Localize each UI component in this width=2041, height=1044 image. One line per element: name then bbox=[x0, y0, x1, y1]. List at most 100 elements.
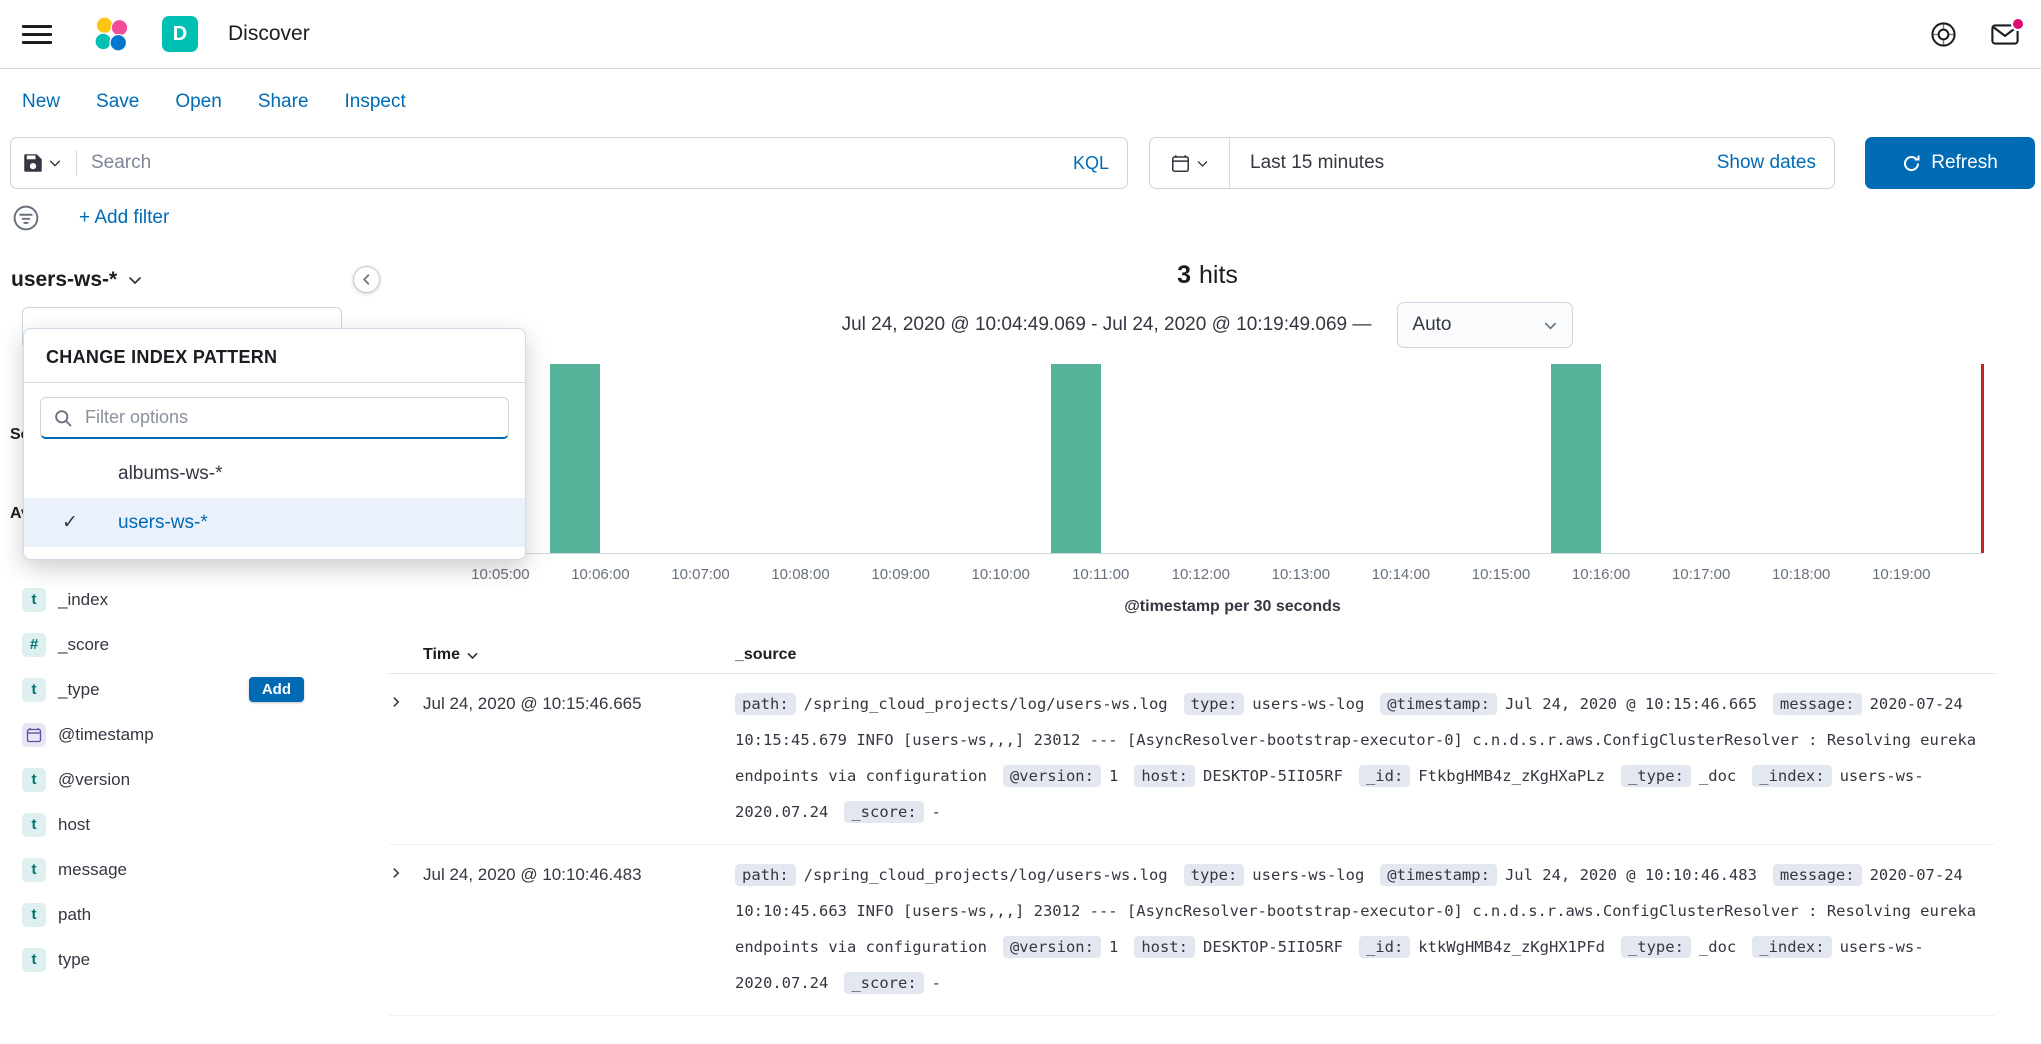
time-range-subtitle: Jul 24, 2020 @ 10:04:49.069 - Jul 24, 20… bbox=[842, 314, 1372, 336]
index-pattern-switcher[interactable]: users-ws-* bbox=[0, 265, 374, 295]
histogram-bar[interactable] bbox=[1551, 364, 1601, 553]
saved-query-menu-button[interactable] bbox=[23, 153, 62, 173]
x-axis-tick-label: 10:09:00 bbox=[871, 566, 929, 583]
source-column-header: _source bbox=[735, 646, 1995, 664]
chevron-down-icon bbox=[127, 272, 143, 288]
help-icon[interactable] bbox=[1930, 21, 1957, 48]
menu-link-new[interactable]: New bbox=[22, 91, 60, 113]
chevron-down-icon bbox=[1543, 318, 1558, 333]
documents-table: Time _source Jul 24, 2020 @ 10:15:46.665… bbox=[389, 646, 1995, 1016]
histogram-bar[interactable] bbox=[1051, 364, 1101, 553]
collapse-sidebar-button[interactable] bbox=[353, 266, 380, 293]
doc-source: path:/spring_cloud_projects/log/users-ws… bbox=[735, 686, 1995, 830]
field-item-_index[interactable]: t_index bbox=[0, 577, 374, 622]
filter-options-input[interactable] bbox=[40, 397, 509, 439]
field-item-@timestamp[interactable]: @timestamp bbox=[0, 712, 374, 757]
add-field-button[interactable]: Add bbox=[249, 677, 304, 702]
field-name: message bbox=[58, 860, 127, 880]
field-type-icon: t bbox=[22, 903, 46, 927]
date-picker-toggle[interactable] bbox=[1150, 138, 1230, 188]
field-key-badge: _score: bbox=[844, 972, 923, 994]
refresh-icon bbox=[1902, 154, 1921, 173]
field-key-badge: @version: bbox=[1003, 936, 1101, 958]
chevron-down-icon bbox=[48, 156, 62, 170]
time-range-value[interactable]: Last 15 minutes bbox=[1250, 152, 1384, 174]
field-item-message[interactable]: tmessage bbox=[0, 847, 374, 892]
change-index-pattern-popover: CHANGE INDEX PATTERN albums-ws-*✓users-w… bbox=[23, 328, 526, 560]
x-axis-tick-label: 10:13:00 bbox=[1272, 566, 1330, 583]
field-item-_type[interactable]: t_typeAdd bbox=[0, 667, 374, 712]
x-axis-tick-label: 10:06:00 bbox=[571, 566, 629, 583]
field-item-@version[interactable]: t@version bbox=[0, 757, 374, 802]
field-key-badge: _type: bbox=[1621, 936, 1691, 958]
index-pattern-option-users-ws-*[interactable]: ✓users-ws-* bbox=[24, 498, 525, 547]
field-item-host[interactable]: thost bbox=[0, 802, 374, 847]
filter-icon[interactable] bbox=[13, 205, 39, 231]
add-filter-button[interactable]: + Add filter bbox=[79, 207, 169, 229]
field-key-badge: _type: bbox=[1621, 765, 1691, 787]
field-value: ktkWgHMB4z_zKgHX1PFd bbox=[1418, 938, 1605, 956]
divider bbox=[76, 150, 77, 176]
newsfeed-icon[interactable] bbox=[1991, 23, 2019, 46]
query-bar: KQL bbox=[10, 137, 1128, 189]
index-pattern-options: albums-ws-*✓users-ws-* bbox=[24, 449, 525, 547]
menu-link-inspect[interactable]: Inspect bbox=[345, 91, 406, 113]
time-column-header[interactable]: Time bbox=[423, 646, 735, 664]
field-key-badge: _id: bbox=[1359, 936, 1410, 958]
field-value: _doc bbox=[1699, 938, 1736, 956]
filter-bar: + Add filter bbox=[0, 199, 2041, 247]
field-name: @version bbox=[58, 770, 130, 790]
field-type-icon bbox=[22, 723, 46, 747]
histogram-bar[interactable] bbox=[550, 364, 600, 553]
table-row: Jul 24, 2020 @ 10:15:46.665path:/spring_… bbox=[389, 674, 1995, 845]
doc-timestamp: Jul 24, 2020 @ 10:15:46.665 bbox=[423, 686, 735, 830]
x-axis-tick-label: 10:11:00 bbox=[1072, 566, 1129, 583]
field-value: users-ws-log bbox=[1252, 866, 1364, 884]
field-name: host bbox=[58, 815, 90, 835]
top-navigation-bar: D Discover bbox=[0, 0, 2041, 69]
doc-source: path:/spring_cloud_projects/log/users-ws… bbox=[735, 857, 1995, 1001]
calendar-icon bbox=[1171, 154, 1190, 173]
field-item-type[interactable]: ttype bbox=[0, 937, 374, 982]
field-key-badge: _index: bbox=[1752, 765, 1831, 787]
field-type-icon: t bbox=[22, 588, 46, 612]
field-type-icon: t bbox=[22, 678, 46, 702]
query-language-button[interactable]: KQL bbox=[1073, 153, 1109, 174]
x-axis-tick-label: 10:19:00 bbox=[1872, 566, 1930, 583]
field-key-badge: _score: bbox=[844, 801, 923, 823]
field-key-badge: host: bbox=[1134, 936, 1195, 958]
field-key-badge: message: bbox=[1773, 693, 1862, 715]
notification-dot bbox=[2011, 17, 2025, 31]
field-value: /spring_cloud_projects/log/users-ws.log bbox=[804, 695, 1168, 713]
expand-row-icon[interactable] bbox=[389, 857, 423, 1001]
menu-link-share[interactable]: Share bbox=[258, 91, 309, 113]
field-key-badge: @timestamp: bbox=[1380, 864, 1497, 886]
menu-toggle-icon[interactable] bbox=[22, 25, 52, 44]
refresh-button[interactable]: Refresh bbox=[1865, 137, 2035, 189]
field-key-badge: @timestamp: bbox=[1380, 693, 1497, 715]
field-name: _score bbox=[58, 635, 109, 655]
field-type-icon: t bbox=[22, 948, 46, 972]
show-dates-button[interactable]: Show dates bbox=[1717, 152, 1816, 174]
field-key-badge: host: bbox=[1134, 765, 1195, 787]
field-key-badge: path: bbox=[735, 864, 796, 886]
table-row: Jul 24, 2020 @ 10:10:46.483path:/spring_… bbox=[389, 845, 1995, 1016]
field-value: Jul 24, 2020 @ 10:15:46.665 bbox=[1505, 695, 1757, 713]
interval-select[interactable]: Auto bbox=[1397, 302, 1573, 348]
menu-link-save[interactable]: Save bbox=[96, 91, 139, 113]
field-key-badge: type: bbox=[1184, 693, 1245, 715]
menu-link-open[interactable]: Open bbox=[175, 91, 221, 113]
space-avatar[interactable]: D bbox=[162, 16, 198, 52]
date-picker: Last 15 minutes Show dates bbox=[1149, 137, 1835, 189]
available-fields-list: t_index#_scoret_typeAdd@timestampt@versi… bbox=[0, 577, 374, 982]
field-value: - bbox=[932, 974, 941, 992]
index-pattern-option-albums-ws-*[interactable]: albums-ws-* bbox=[24, 449, 525, 498]
save-icon bbox=[23, 153, 43, 173]
field-key-badge: type: bbox=[1184, 864, 1245, 886]
field-item-_score[interactable]: #_score bbox=[0, 622, 374, 667]
field-item-path[interactable]: tpath bbox=[0, 892, 374, 937]
index-pattern-name: users-ws-* bbox=[11, 268, 117, 292]
histogram-chart bbox=[482, 364, 1983, 554]
expand-row-icon[interactable] bbox=[389, 686, 423, 830]
search-input[interactable] bbox=[91, 152, 1073, 174]
